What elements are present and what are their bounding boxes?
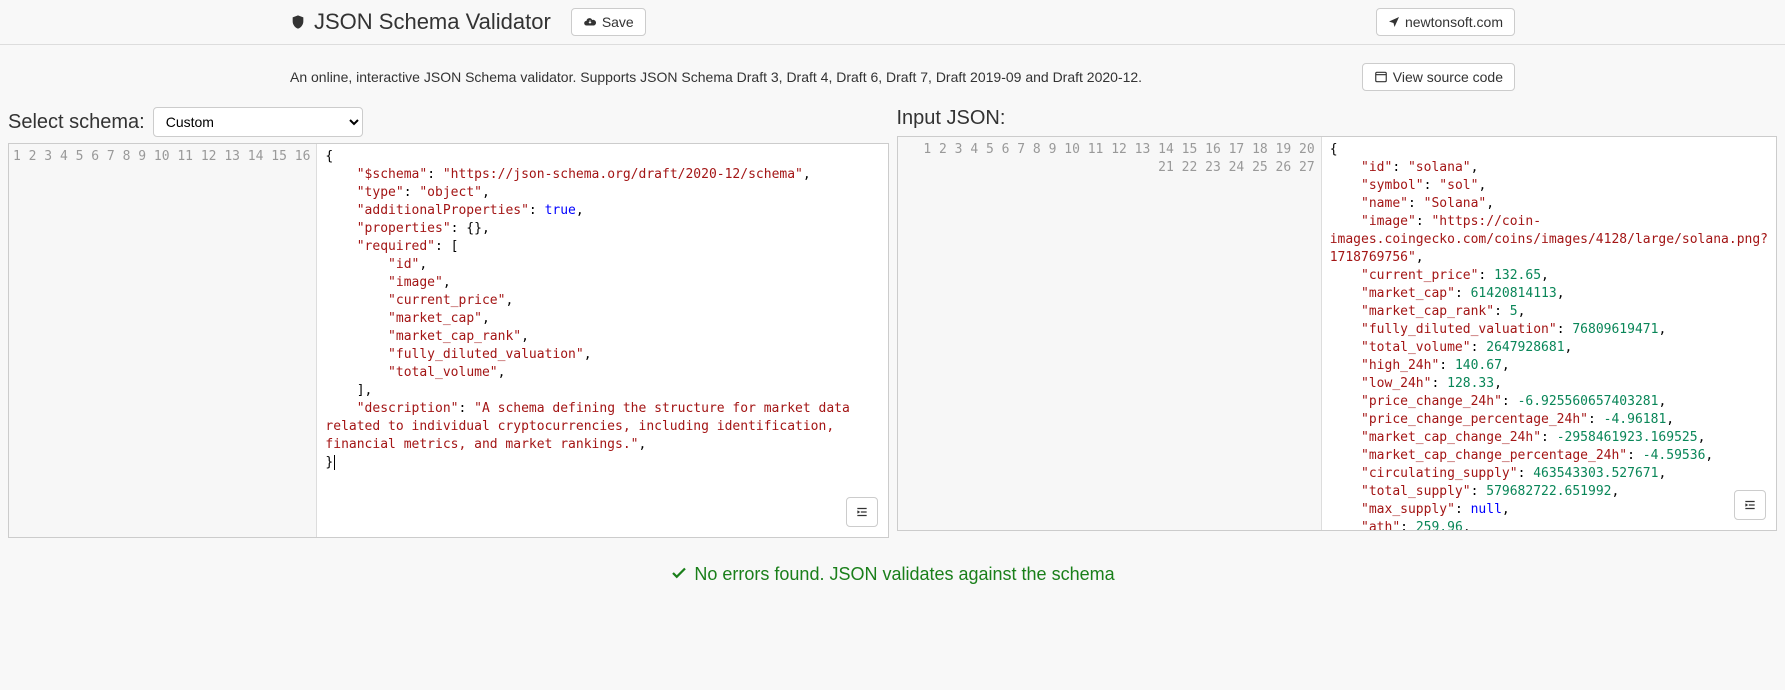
cloud-save-icon [583,15,597,29]
input-editor[interactable]: 1 2 3 4 5 6 7 8 9 10 11 12 13 14 15 16 1… [897,136,1778,531]
view-source-button[interactable]: View source code [1362,63,1515,91]
description-row: An online, interactive JSON Schema valid… [0,45,1785,107]
newtonsoft-link[interactable]: newtonsoft.com [1376,8,1515,36]
location-arrow-icon [1388,16,1400,28]
validation-result: No errors found. JSON validates against … [0,538,1785,611]
indent-icon [1742,498,1758,512]
check-icon [670,564,688,582]
input-panel: Input JSON: 1 2 3 4 5 6 7 8 9 10 11 12 1… [897,107,1778,538]
schema-code[interactable]: { "$schema": "https://json-schema.org/dr… [317,144,887,537]
schema-editor[interactable]: 1 2 3 4 5 6 7 8 9 10 11 12 13 14 15 16 {… [8,143,889,538]
schema-panel: Select schema: Custom 1 2 3 4 5 6 7 8 9 … [8,107,889,538]
save-button[interactable]: Save [571,8,646,36]
input-gutter: 1 2 3 4 5 6 7 8 9 10 11 12 13 14 15 16 1… [898,137,1322,530]
schema-gutter: 1 2 3 4 5 6 7 8 9 10 11 12 13 14 15 16 [9,144,317,537]
indent-icon [854,505,870,519]
format-schema-button[interactable] [846,497,878,527]
format-input-button[interactable] [1734,490,1766,520]
schema-label: Select schema: [8,111,145,134]
shield-icon [290,13,306,31]
header: JSON Schema Validator Save newtonsoft.co… [0,0,1785,45]
page-title: JSON Schema Validator [314,9,551,35]
input-code[interactable]: { "id": "solana", "symbol": "sol", "name… [1322,137,1776,530]
schema-select[interactable]: Custom [153,107,363,137]
input-label: Input JSON: [897,107,1006,130]
description-text: An online, interactive JSON Schema valid… [290,69,1142,85]
code-icon [1374,70,1388,84]
